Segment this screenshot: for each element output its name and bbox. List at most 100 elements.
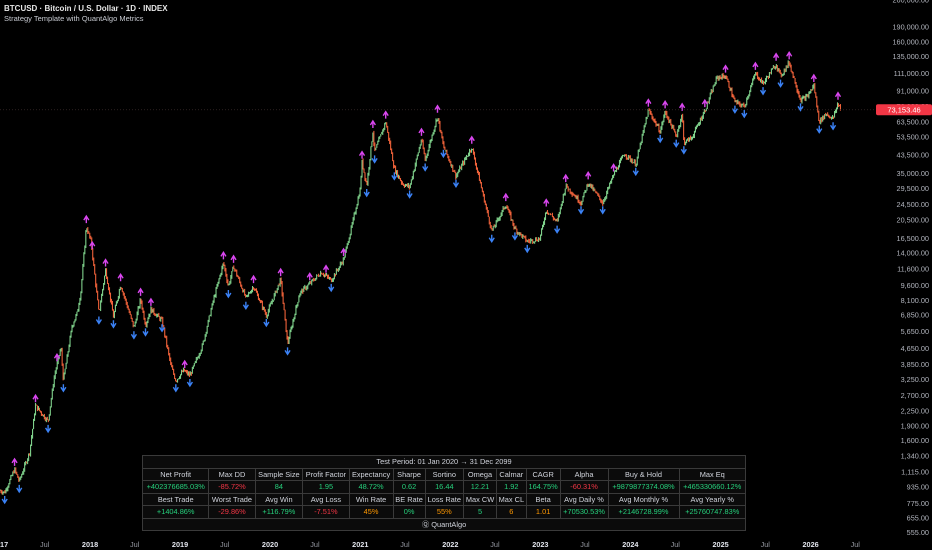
metric-header-12: Avg Yearly % bbox=[678, 492, 746, 506]
buy-signal-icon bbox=[328, 283, 335, 293]
sell-signal-icon bbox=[11, 457, 18, 466]
last-price-label: 73,153.46 bbox=[887, 105, 920, 114]
x-tick-label: 2021 bbox=[352, 540, 368, 549]
buy-signal-icon bbox=[741, 110, 748, 119]
x-tick-label: 2023 bbox=[532, 540, 548, 549]
buy-signal-icon bbox=[440, 149, 447, 159]
x-tick-label: 2020 bbox=[262, 540, 278, 549]
buy-signal-icon bbox=[406, 190, 413, 199]
buy-signal-icon bbox=[599, 206, 606, 215]
buy-signal-icon bbox=[816, 125, 823, 134]
sell-signal-icon bbox=[147, 297, 155, 306]
y-tick-label: 29,500.00 bbox=[897, 184, 929, 193]
metric-value-0: +402376685.03% bbox=[141, 480, 210, 494]
x-tick-label: 2018 bbox=[82, 540, 98, 549]
y-tick-label: 20,500.00 bbox=[897, 215, 929, 224]
metric-header-4: Win Rate bbox=[348, 492, 394, 506]
metric-value-2: 84 bbox=[254, 480, 304, 494]
time-axis[interactable]: 2017 Jul 2018 Jul 2019 Jul 2020 Jul 2021 Jul 2022 J… bbox=[0, 540, 860, 549]
y-tick-label: 11,600.00 bbox=[897, 265, 929, 274]
y-tick-label: 63,500.00 bbox=[897, 118, 929, 127]
y-tick-label: 43,500.00 bbox=[897, 150, 929, 159]
y-tick-label: 8,100.00 bbox=[901, 296, 929, 305]
metric-header-11: Buy & Hold bbox=[607, 467, 680, 481]
sell-signal-icon bbox=[32, 393, 39, 403]
y-tick-label: 5,650.00 bbox=[901, 327, 929, 336]
sell-signal-icon bbox=[83, 214, 90, 224]
sell-signal-icon bbox=[117, 272, 124, 282]
x-tick-label: Jul bbox=[310, 540, 320, 549]
buy-signal-icon bbox=[225, 290, 232, 299]
y-tick-label: 3,250.00 bbox=[901, 375, 929, 384]
buy-signal-icon bbox=[16, 484, 23, 494]
sell-signal-icon bbox=[662, 100, 669, 109]
sell-signal-icon bbox=[502, 192, 509, 202]
metric-value-7: 5 bbox=[463, 505, 497, 519]
buy-signal-icon bbox=[371, 155, 378, 164]
sell-signal-icon bbox=[645, 98, 652, 107]
y-tick-label: 190,000.00 bbox=[892, 23, 929, 32]
buy-signal-icon bbox=[829, 122, 837, 131]
metric-value-11: +2146728.99% bbox=[607, 505, 680, 519]
symbol-title[interactable]: BTCUSD · Bitcoin / U.S. Dollar · 1D · IN… bbox=[4, 3, 168, 14]
metric-header-1: Max DD bbox=[208, 467, 256, 481]
metric-value-0: +1404.86% bbox=[141, 505, 210, 519]
metric-header-9: CAGR bbox=[525, 467, 561, 481]
x-tick-label: 2025 bbox=[712, 540, 728, 549]
metric-header-5: Sharpe bbox=[392, 467, 426, 481]
metric-header-0: Best Trade bbox=[141, 492, 210, 506]
buy-signal-icon bbox=[60, 384, 67, 393]
price-axis[interactable]: 260,000.00 190,000.00 160,000.00 135,000.00… bbox=[892, 0, 929, 537]
metric-value-4: 48.72% bbox=[348, 480, 394, 494]
metric-value-7: 12.21 bbox=[463, 480, 497, 494]
x-tick-label: 2017 bbox=[0, 540, 8, 549]
y-tick-label: 2,700.00 bbox=[901, 391, 929, 400]
y-tick-label: 1,340.00 bbox=[901, 452, 929, 461]
buy-signal-icon bbox=[680, 146, 687, 155]
metric-value-10: -60.31% bbox=[559, 480, 609, 494]
y-tick-label: 935.00 bbox=[907, 483, 929, 492]
y-tick-label: 14,000.00 bbox=[897, 248, 929, 257]
metrics-header-row-1: Net Profit Max DD Sample Size Profit Factor… bbox=[141, 467, 746, 481]
metric-value-6: 16.44 bbox=[424, 480, 465, 494]
buy-signal-icon bbox=[657, 134, 664, 144]
y-tick-label: 555.00 bbox=[907, 528, 929, 537]
buy-signal-icon bbox=[577, 206, 585, 215]
metric-header-7: Omega bbox=[463, 467, 497, 481]
metric-value-5: 0% bbox=[392, 505, 426, 519]
signal-markers bbox=[1, 50, 842, 505]
metric-header-11: Avg Monthly % bbox=[607, 492, 680, 506]
strategy-title[interactable]: Strategy Template with QuantAlgo Metrics bbox=[4, 14, 168, 24]
buy-signal-icon bbox=[242, 301, 249, 311]
sell-signal-icon bbox=[306, 272, 313, 281]
x-tick-label: Jul bbox=[761, 540, 771, 549]
buy-signal-icon bbox=[172, 384, 179, 393]
metric-value-8: 6 bbox=[495, 505, 527, 519]
y-tick-label: 35,000.00 bbox=[897, 169, 929, 178]
sell-signal-icon bbox=[418, 127, 425, 136]
buy-signal-icon bbox=[44, 424, 52, 434]
y-tick-label: 53,500.00 bbox=[897, 132, 929, 141]
y-tick-label: 6,850.00 bbox=[901, 310, 929, 319]
x-tick-label: 2026 bbox=[803, 540, 819, 549]
chart-header: BTCUSD · Bitcoin / U.S. Dollar · 1D · IN… bbox=[4, 3, 168, 24]
sell-signal-icon bbox=[250, 274, 257, 284]
y-tick-label: 775.00 bbox=[907, 499, 929, 508]
sell-signal-icon bbox=[382, 110, 389, 119]
metric-value-1: -29.86% bbox=[208, 505, 256, 519]
y-tick-label: 4,650.00 bbox=[901, 344, 929, 353]
metric-header-9: Beta bbox=[525, 492, 561, 506]
buy-signal-icon bbox=[142, 328, 149, 337]
last-price-marker: 73,153.46 bbox=[0, 104, 932, 116]
metric-value-12: +465330660.12% bbox=[678, 480, 746, 494]
y-tick-label: 9,600.00 bbox=[901, 281, 929, 290]
metrics-value-row-2: +1404.86% -29.86% +116.79% -7.51% 45% 0% 55% 5 6… bbox=[141, 505, 746, 519]
buy-signal-icon bbox=[731, 105, 739, 114]
buy-signal-icon bbox=[524, 244, 531, 254]
metric-header-10: Avg Daily % bbox=[559, 492, 609, 506]
x-tick-label: Jul bbox=[580, 540, 590, 549]
y-tick-label: 1,600.00 bbox=[901, 436, 929, 445]
sell-signal-icon bbox=[230, 254, 237, 263]
metric-value-9: 1.01 bbox=[525, 505, 561, 519]
buy-signal-icon bbox=[777, 79, 784, 88]
